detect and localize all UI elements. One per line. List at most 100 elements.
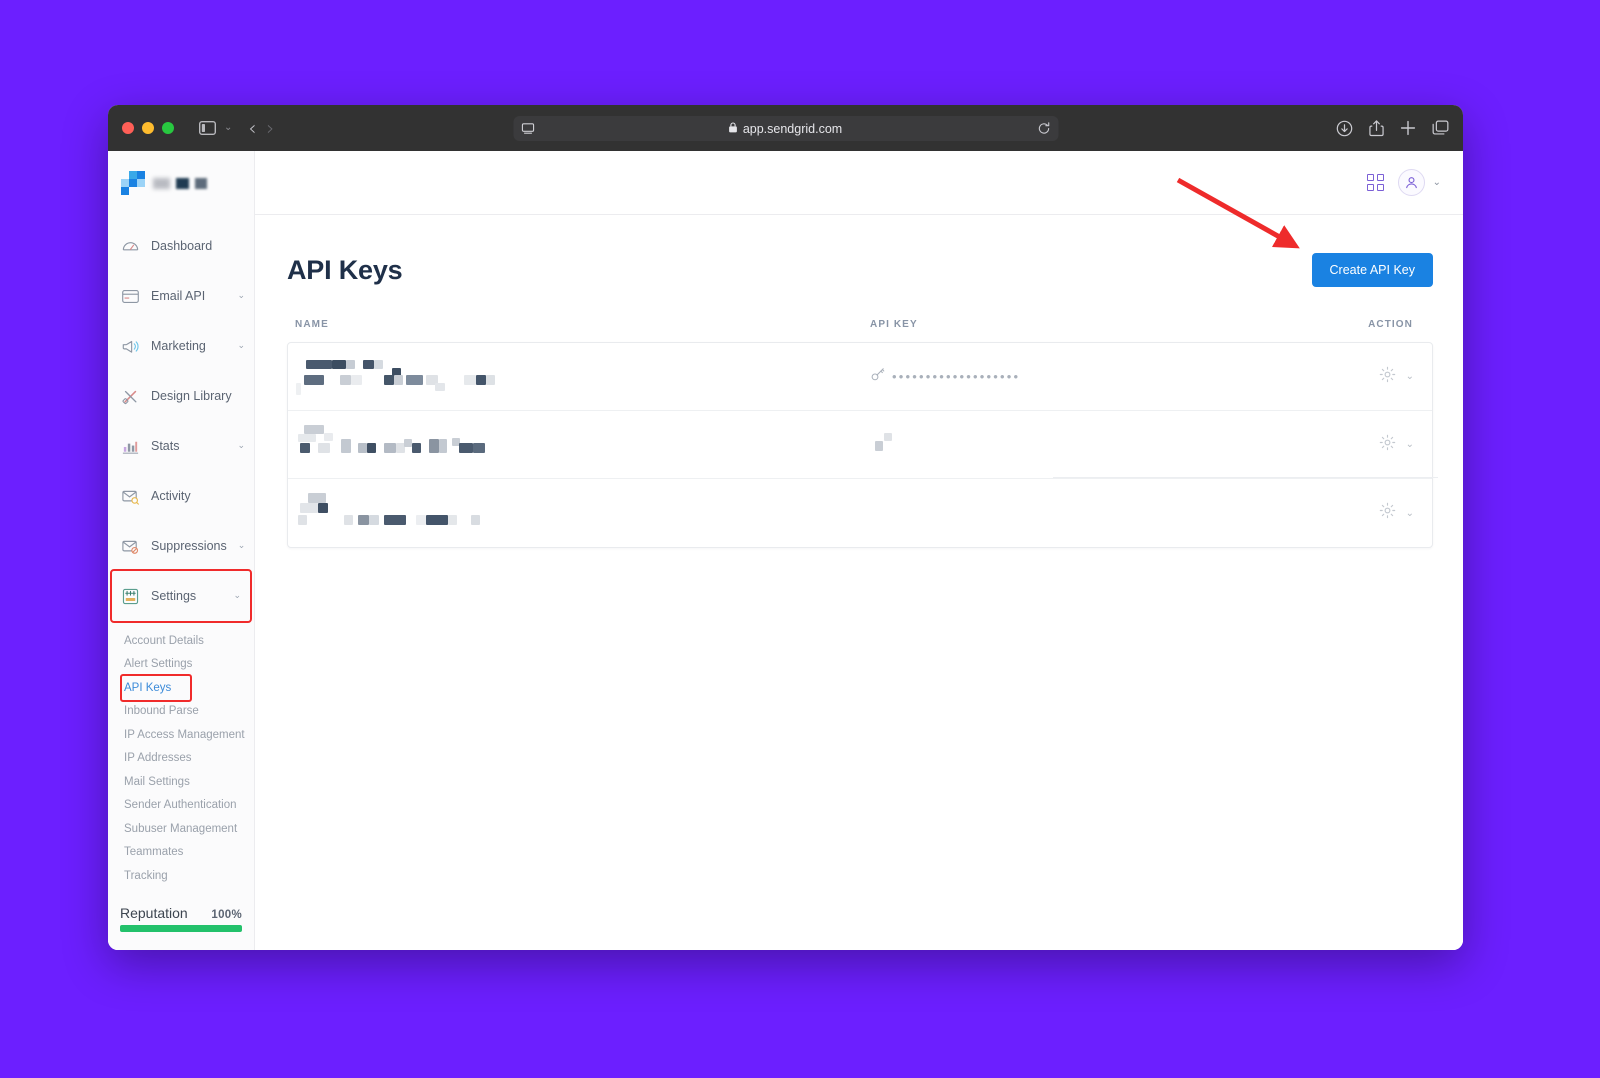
downloads-icon[interactable] bbox=[1336, 120, 1353, 137]
api-keys-table: NAME API KEY ACTION ••••••••••••••••••• … bbox=[287, 319, 1438, 548]
sidebar-item-design-library[interactable]: Design Library bbox=[108, 371, 254, 421]
chevron-down-icon[interactable]: ⌄ bbox=[238, 541, 246, 551]
sub-item-label: Sender Authentication bbox=[124, 799, 237, 812]
main-area: ⌄ API Keys Create API Key NAME API KEY A… bbox=[255, 151, 1463, 950]
chevron-down-icon[interactable]: ⌄ bbox=[1433, 177, 1441, 188]
sub-item-label: IP Access Management bbox=[124, 728, 245, 741]
row-actions[interactable]: ⌄ bbox=[1322, 366, 1432, 388]
sendgrid-logo[interactable] bbox=[108, 151, 254, 215]
row-actions[interactable]: ⌄ bbox=[1322, 434, 1432, 456]
sendgrid-logo-mark bbox=[121, 171, 145, 195]
sidebar-item-label: Design Library bbox=[151, 389, 232, 403]
sidebar-item-label: Stats bbox=[151, 439, 180, 453]
page-title: API Keys bbox=[287, 254, 403, 285]
back-button[interactable]: ‹ bbox=[248, 118, 256, 138]
account-menu[interactable]: ⌄ bbox=[1397, 169, 1441, 196]
reputation-row: Reputation 100% bbox=[120, 905, 242, 921]
table-row[interactable]: ⌄ bbox=[288, 479, 1432, 547]
sidebar-subitem-teammates[interactable]: Teammates bbox=[108, 841, 254, 865]
gear-icon[interactable] bbox=[1379, 366, 1396, 388]
reputation-label: Reputation bbox=[120, 905, 188, 921]
sidebar-subitem-subuser-management[interactable]: Subuser Management bbox=[108, 817, 254, 841]
table-row[interactable]: ••••••••••••••••••• ⌄ bbox=[288, 343, 1432, 411]
minimize-window-button[interactable] bbox=[142, 122, 154, 134]
key-icon bbox=[871, 367, 885, 386]
sidebar-subitem-ip-addresses[interactable]: IP Addresses bbox=[108, 747, 254, 771]
grid-apps-icon[interactable] bbox=[1366, 174, 1384, 191]
sidebar-subitem-alert-settings[interactable]: Alert Settings bbox=[108, 653, 254, 677]
sidebar-item-activity[interactable]: Activity bbox=[108, 471, 254, 521]
sub-item-label: API Keys bbox=[124, 681, 172, 694]
sidebar-item-stats[interactable]: Stats ⌄ bbox=[108, 421, 254, 471]
window-icon bbox=[121, 287, 140, 306]
sidebar-subitem-mail-settings[interactable]: Mail Settings bbox=[108, 770, 254, 794]
sidebar-item-dashboard[interactable]: Dashboard bbox=[108, 221, 254, 271]
address-bar[interactable]: app.sendgrid.com bbox=[513, 116, 1058, 141]
sidebar-subitem-inbound-parse[interactable]: Inbound Parse bbox=[108, 700, 254, 724]
url-text: app.sendgrid.com bbox=[742, 121, 843, 136]
maximize-window-button[interactable] bbox=[162, 122, 174, 134]
navigation-arrows[interactable]: ‹ › bbox=[248, 118, 274, 138]
column-header-action: ACTION bbox=[1368, 319, 1413, 330]
sidebar-item-label: Marketing bbox=[151, 339, 206, 353]
table-row[interactable]: ⌄ bbox=[288, 411, 1438, 479]
chevron-down-icon[interactable]: ⌄ bbox=[237, 291, 245, 301]
sub-item-label: Inbound Parse bbox=[124, 705, 199, 718]
sidebar-item-label: Suppressions bbox=[151, 539, 227, 553]
reputation-value: 100% bbox=[211, 909, 242, 921]
sidebar-subitem-ip-access-management[interactable]: IP Access Management bbox=[108, 723, 254, 747]
sidebar-controls[interactable]: ⌄ bbox=[194, 116, 232, 140]
browser-titlebar: ⌄ ‹ › app.sendgrid.com bbox=[108, 105, 1463, 151]
sidebar-item-marketing[interactable]: Marketing ⌄ bbox=[108, 321, 254, 371]
chevron-down-icon[interactable]: ⌄ bbox=[1406, 439, 1414, 450]
sidebar-item-suppressions[interactable]: Suppressions ⌄ bbox=[108, 521, 254, 571]
sub-item-label: Mail Settings bbox=[124, 775, 190, 788]
chevron-down-icon[interactable]: ⌄ bbox=[1406, 508, 1414, 519]
chevron-down-icon[interactable]: ⌄ bbox=[237, 341, 245, 351]
tab-overview-icon[interactable] bbox=[1432, 120, 1449, 136]
chevron-down-icon[interactable]: ⌄ bbox=[233, 591, 241, 601]
sidebar-dropdown-icon[interactable]: ⌄ bbox=[224, 123, 232, 133]
sidebar-item-label: Dashboard bbox=[151, 239, 213, 253]
browser-toolbar-right[interactable] bbox=[1336, 119, 1449, 137]
reader-view-icon[interactable] bbox=[521, 122, 534, 135]
reputation-widget: Reputation 100% bbox=[108, 905, 254, 950]
envelope-blocked-icon bbox=[121, 537, 140, 556]
app-body: Dashboard Email API ⌄ Marketing ⌄ Design… bbox=[108, 151, 1463, 950]
app-topbar: ⌄ bbox=[255, 151, 1463, 215]
sidebar-item-settings[interactable]: Settings ⌄ bbox=[112, 571, 250, 621]
envelope-search-icon bbox=[121, 487, 140, 506]
reputation-progress-fill bbox=[120, 925, 242, 932]
create-api-key-button[interactable]: Create API Key bbox=[1311, 253, 1433, 287]
chevron-down-icon[interactable]: ⌄ bbox=[1406, 371, 1414, 382]
sidebar-toggle-icon[interactable] bbox=[194, 116, 220, 140]
user-avatar-icon[interactable] bbox=[1397, 169, 1425, 196]
window-controls[interactable] bbox=[122, 122, 174, 134]
url-text-wrap[interactable]: app.sendgrid.com bbox=[534, 122, 1037, 136]
sidebar-subitem-tracking[interactable]: Tracking bbox=[108, 864, 254, 888]
sidebar-item-email-api[interactable]: Email API ⌄ bbox=[108, 271, 254, 321]
forward-button[interactable]: › bbox=[266, 118, 274, 138]
api-key-name-redacted bbox=[296, 493, 871, 533]
brush-icon bbox=[121, 387, 140, 406]
gear-icon[interactable] bbox=[1379, 502, 1396, 524]
row-actions[interactable]: ⌄ bbox=[1322, 502, 1432, 524]
table-header-row: NAME API KEY ACTION bbox=[287, 319, 1433, 342]
page-content: API Keys Create API Key NAME API KEY ACT… bbox=[255, 215, 1463, 950]
close-window-button[interactable] bbox=[122, 122, 134, 134]
gear-icon[interactable] bbox=[1379, 434, 1396, 456]
sidebar-subitem-api-keys[interactable]: API Keys bbox=[120, 674, 192, 702]
plus-icon[interactable] bbox=[1400, 120, 1416, 136]
settings-highlight-box: Settings ⌄ bbox=[110, 569, 252, 623]
sub-item-label: Alert Settings bbox=[124, 658, 193, 671]
api-key-redacted bbox=[871, 432, 897, 457]
share-icon[interactable] bbox=[1369, 119, 1384, 137]
api-key-name-redacted bbox=[296, 424, 871, 465]
chevron-down-icon[interactable]: ⌄ bbox=[237, 441, 245, 451]
reputation-progress-bar bbox=[120, 925, 242, 932]
reload-icon[interactable] bbox=[1037, 122, 1050, 135]
sidebar-subitem-sender-authentication[interactable]: Sender Authentication bbox=[108, 794, 254, 818]
sidebar-item-label: Email API bbox=[151, 289, 206, 303]
sidebar-subitem-account-details[interactable]: Account Details bbox=[108, 629, 254, 653]
column-header-name: NAME bbox=[295, 319, 329, 330]
